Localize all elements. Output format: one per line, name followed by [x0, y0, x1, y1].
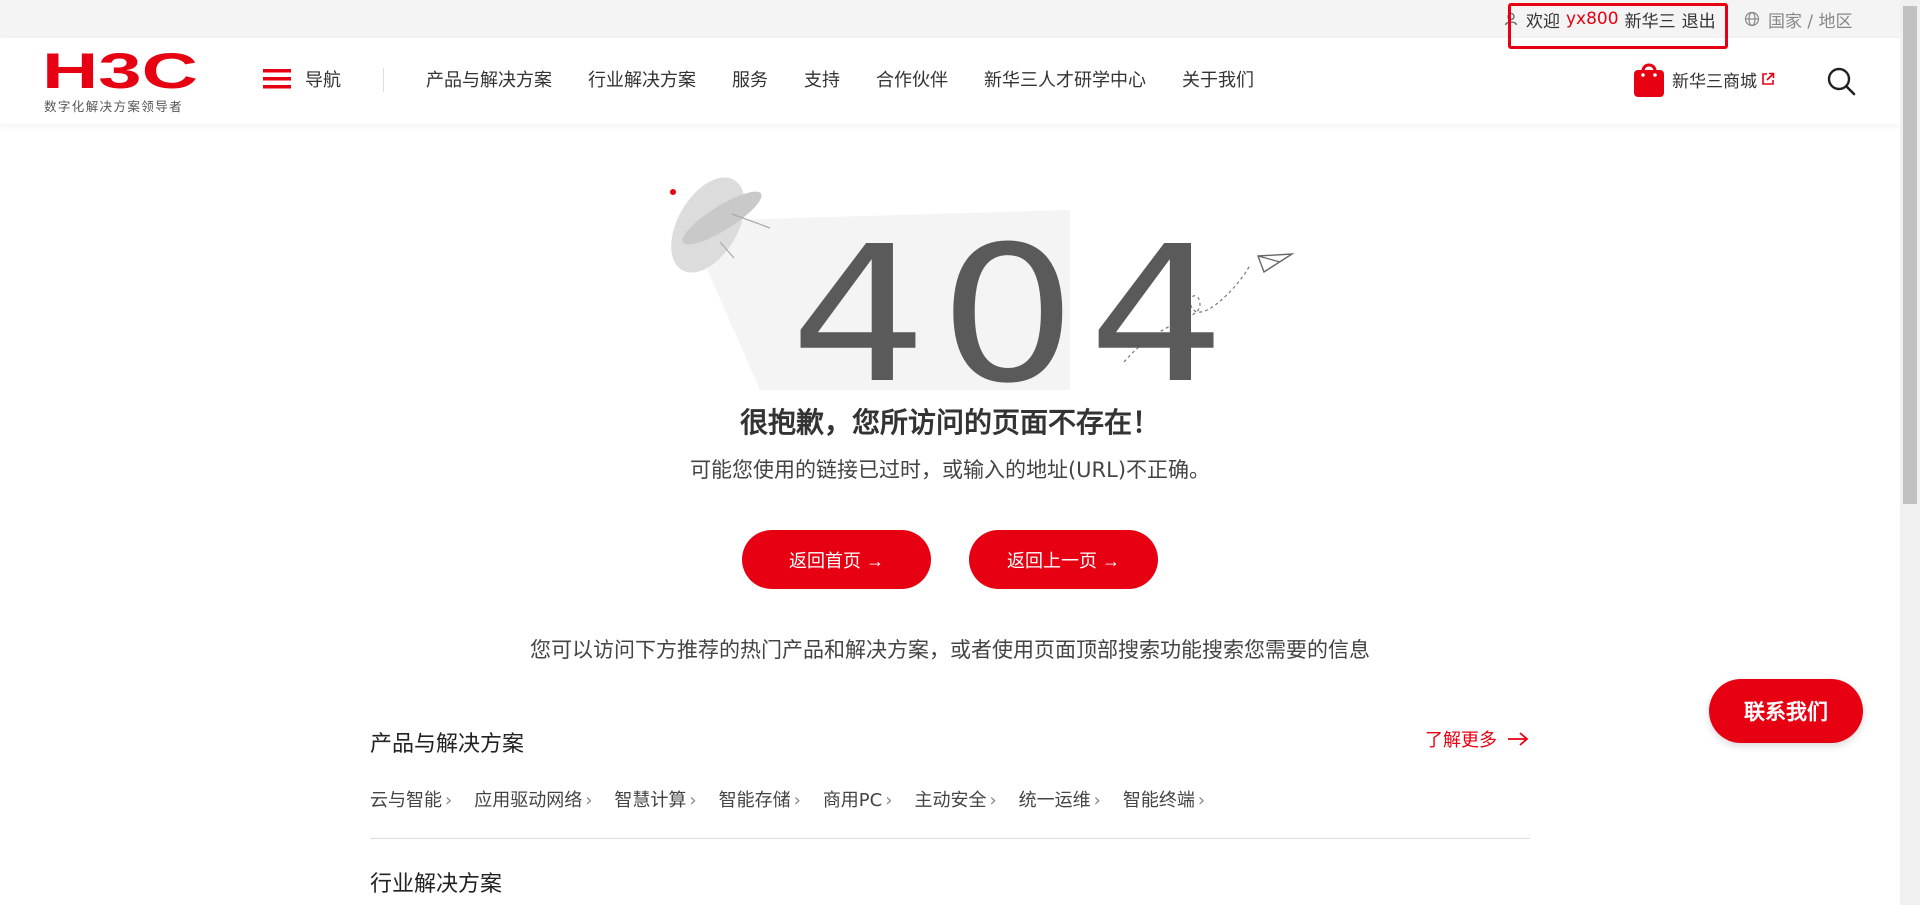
page-scrollbar[interactable] — [1900, 0, 1920, 905]
product-categories: 云与智能 应用驱动网络 智慧计算 智能存储 商用PC 主动安全 统一运维 智能终… — [370, 786, 1227, 812]
nav-about[interactable]: 关于我们 — [1182, 66, 1254, 92]
category-storage[interactable]: 智能存储 — [719, 786, 801, 812]
category-terminal[interactable]: 智能终端 — [1123, 786, 1205, 812]
go-back-button[interactable]: 返回上一页 → — [969, 530, 1158, 589]
category-pc[interactable]: 商用PC — [823, 786, 893, 812]
nav-partners[interactable]: 合作伙伴 — [876, 66, 948, 92]
learn-more-label: 了解更多 — [1425, 730, 1497, 751]
bag-icon — [1634, 63, 1664, 97]
nav-industry[interactable]: 行业解决方案 — [588, 66, 696, 92]
main-header: H3C 数字化解决方案领导者 导航 产品与解决方案 行业解决方案 服务 支持 合… — [0, 38, 1900, 124]
category-security[interactable]: 主动安全 — [914, 786, 996, 812]
main-nav: 产品与解决方案 行业解决方案 服务 支持 合作伙伴 新华三人才研学中心 关于我们 — [426, 66, 1290, 92]
region-label: 国家 / 地区 — [1768, 11, 1853, 32]
category-computing[interactable]: 智慧计算 — [614, 786, 696, 812]
nav-toggle-button[interactable]: 导航 — [263, 66, 341, 92]
nav-products[interactable]: 产品与解决方案 — [426, 66, 552, 92]
error-title: 很抱歉，您所访问的页面不存在！ — [739, 406, 1160, 439]
section-divider — [370, 838, 1530, 839]
products-section-title: 产品与解决方案 — [370, 732, 525, 757]
nav-divider — [383, 68, 384, 92]
paper-plane-icon — [1257, 253, 1295, 274]
menu-icon — [263, 69, 291, 89]
logo-tagline: 数字化解决方案领导者 — [44, 99, 184, 114]
arrow-right-icon — [1508, 732, 1529, 746]
category-cloud-ai[interactable]: 云与智能 — [370, 786, 452, 812]
error-code: 404 — [790, 206, 1238, 425]
external-link-icon — [1762, 72, 1775, 85]
category-network[interactable]: 应用驱动网络 — [474, 786, 592, 812]
industry-section-title: 行业解决方案 — [370, 872, 503, 897]
nav-talent-center[interactable]: 新华三人才研学中心 — [984, 66, 1146, 92]
h3c-logo[interactable]: H3C 数字化解决方案领导者 — [44, 48, 196, 114]
logo-mark: H3C — [44, 48, 196, 92]
globe-icon — [1744, 11, 1760, 27]
learn-more-link[interactable]: 了解更多 — [1425, 726, 1529, 752]
shop-label: 新华三商城 — [1672, 71, 1757, 92]
contact-us-button[interactable]: 联系我们 — [1709, 679, 1863, 743]
search-icon[interactable] — [1826, 66, 1856, 96]
welcome-highlight-box — [1508, 3, 1728, 49]
recommendation-hint: 您可以访问下方推荐的热门产品和解决方案，或者使用页面顶部搜索功能搜索您需要的信息 — [530, 638, 1370, 662]
go-home-button[interactable]: 返回首页 → — [742, 530, 931, 589]
nav-service[interactable]: 服务 — [732, 66, 768, 92]
nav-toggle-label: 导航 — [305, 70, 341, 91]
logo-text: H3C — [44, 48, 196, 92]
nav-support[interactable]: 支持 — [804, 66, 840, 92]
scrollbar-thumb[interactable] — [1903, 6, 1917, 504]
shop-link[interactable]: 新华三商城 — [1632, 60, 1775, 98]
category-ops[interactable]: 统一运维 — [1019, 786, 1101, 812]
error-subtitle: 可能您使用的链接已过时，或输入的地址(URL)不正确。 — [689, 458, 1211, 482]
region-selector[interactable]: 国家 / 地区 — [1744, 6, 1853, 32]
